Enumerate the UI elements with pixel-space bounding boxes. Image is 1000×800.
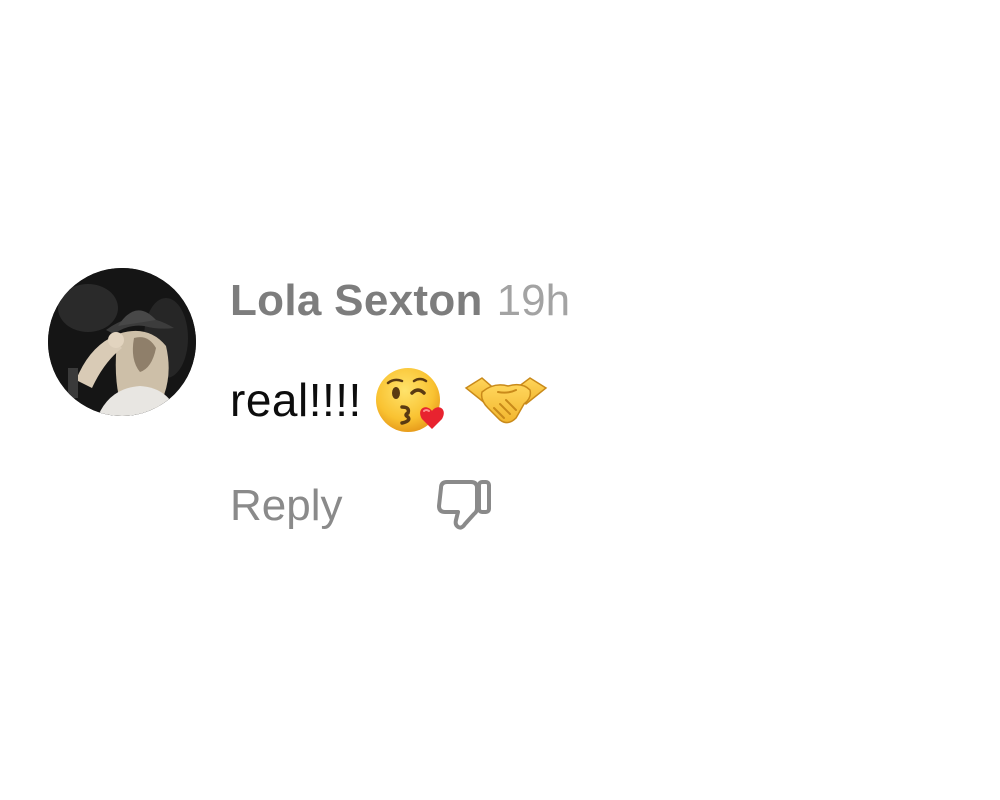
comment-item: Lola Sexton 19h real!!!! Reply (48, 268, 948, 548)
username[interactable]: Lola Sexton (230, 276, 483, 325)
comment-actions: Reply (230, 474, 495, 538)
avatar-photo (48, 268, 196, 416)
comment-body: real!!!! (230, 364, 548, 436)
thumbs-down-icon[interactable] (431, 474, 495, 538)
avatar[interactable] (48, 268, 196, 416)
comment-text: real!!!! (230, 374, 362, 426)
reply-button[interactable]: Reply (230, 481, 343, 531)
comment-header: Lola Sexton 19h (230, 276, 570, 336)
handshake-icon (464, 368, 548, 432)
face-blowing-a-kiss-icon (374, 363, 448, 437)
timestamp: 19h (496, 276, 571, 325)
